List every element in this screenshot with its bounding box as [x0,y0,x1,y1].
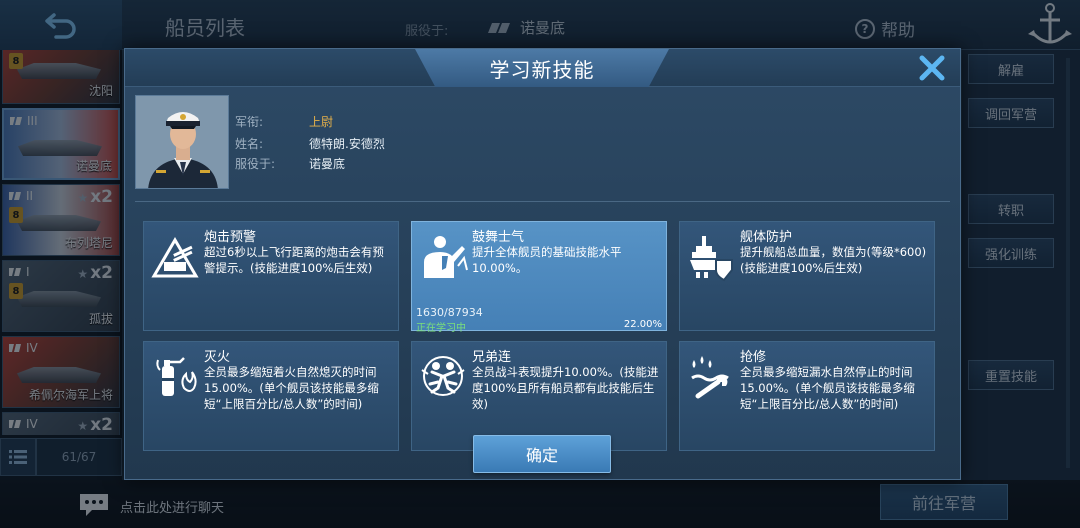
skill-description: 提升全体舰员的基础技能水平10.00%。 [472,245,622,275]
dialog-title-bar: 学习新技能 [125,49,960,87]
skill-name: 抢修 [740,350,767,365]
skill-description: 全员战斗表现提升10.00%。(技能进度100%且所有船员都有此技能后生效) [472,365,659,411]
officer-portrait [135,95,229,189]
learning-status: 正在学习中 [416,323,466,334]
confirm-button[interactable]: 确定 [473,435,611,473]
learn-skill-dialog: 学习新技能 军衔: 上尉 姓名: 德特朗.安德烈 服役于: 诺曼底 炮击预警 超… [124,48,961,480]
repair-icon [691,356,729,399]
skill-description: 全员最多缩短漏水自然停止的时间15.00%。(单个舰员该技能最多缩短“上限百分比… [740,365,915,411]
skill-description: 提升舰船总血量，数值为(等级*600)(技能进度100%后生效) [740,245,927,275]
rank-label: 军衔: [235,115,264,129]
officer-avatar-icon [136,96,228,188]
progress-percent: 22.00% [623,319,662,330]
skill-card-firefighting[interactable]: 灭火 全员最多缩短着火自然熄灭的时间15.00%。(单个舰员该技能最多缩短“上限… [143,341,399,451]
rank-value: 上尉 [309,115,334,129]
divider [135,201,950,202]
skill-description: 超过6秒以上飞行距离的炮击会有预警提示。(技能进度100%后生效) [204,245,384,275]
skill-name: 兄弟连 [472,350,512,365]
skill-description: 全员最多缩短着火自然熄灭的时间15.00%。(单个舰员该技能最多缩短“上限百分比… [204,365,379,411]
skill-name: 灭火 [204,350,231,365]
turret-warning-icon [151,237,199,278]
skill-card-morale[interactable]: 鼓舞士气 提升全体舰员的基础技能水平10.00%。 1630/87934 正在学… [411,221,667,334]
name-value: 德特朗.安德烈 [309,137,385,151]
morale-icon [424,236,468,278]
brotherhood-icon [421,356,465,396]
skill-card-hull-protection[interactable]: 舰体防护 提升舰船总血量，数值为(等级*600)(技能进度100%后生效) [679,221,935,331]
skill-name: 炮击预警 [204,230,257,245]
skill-name: 舰体防护 [740,230,793,245]
skill-name: 鼓舞士气 [472,230,525,245]
served-value: 诺曼底 [309,157,346,171]
fire-extinguisher-icon [156,357,197,396]
hull-shield-icon [690,236,733,282]
served-label: 服役于: [235,157,276,171]
close-icon[interactable] [917,53,947,83]
dialog-title: 学习新技能 [415,49,669,87]
skill-card-repair[interactable]: 抢修 全员最多缩短漏水自然停止的时间15.00%。(单个舰员该技能最多缩短“上限… [679,341,935,451]
name-label: 姓名: [235,137,264,151]
skill-progress: 1630/87934 [416,306,483,319]
skill-card-bombardment-warning[interactable]: 炮击预警 超过6秒以上飞行距离的炮击会有预警提示。(技能进度100%后生效) [143,221,399,331]
